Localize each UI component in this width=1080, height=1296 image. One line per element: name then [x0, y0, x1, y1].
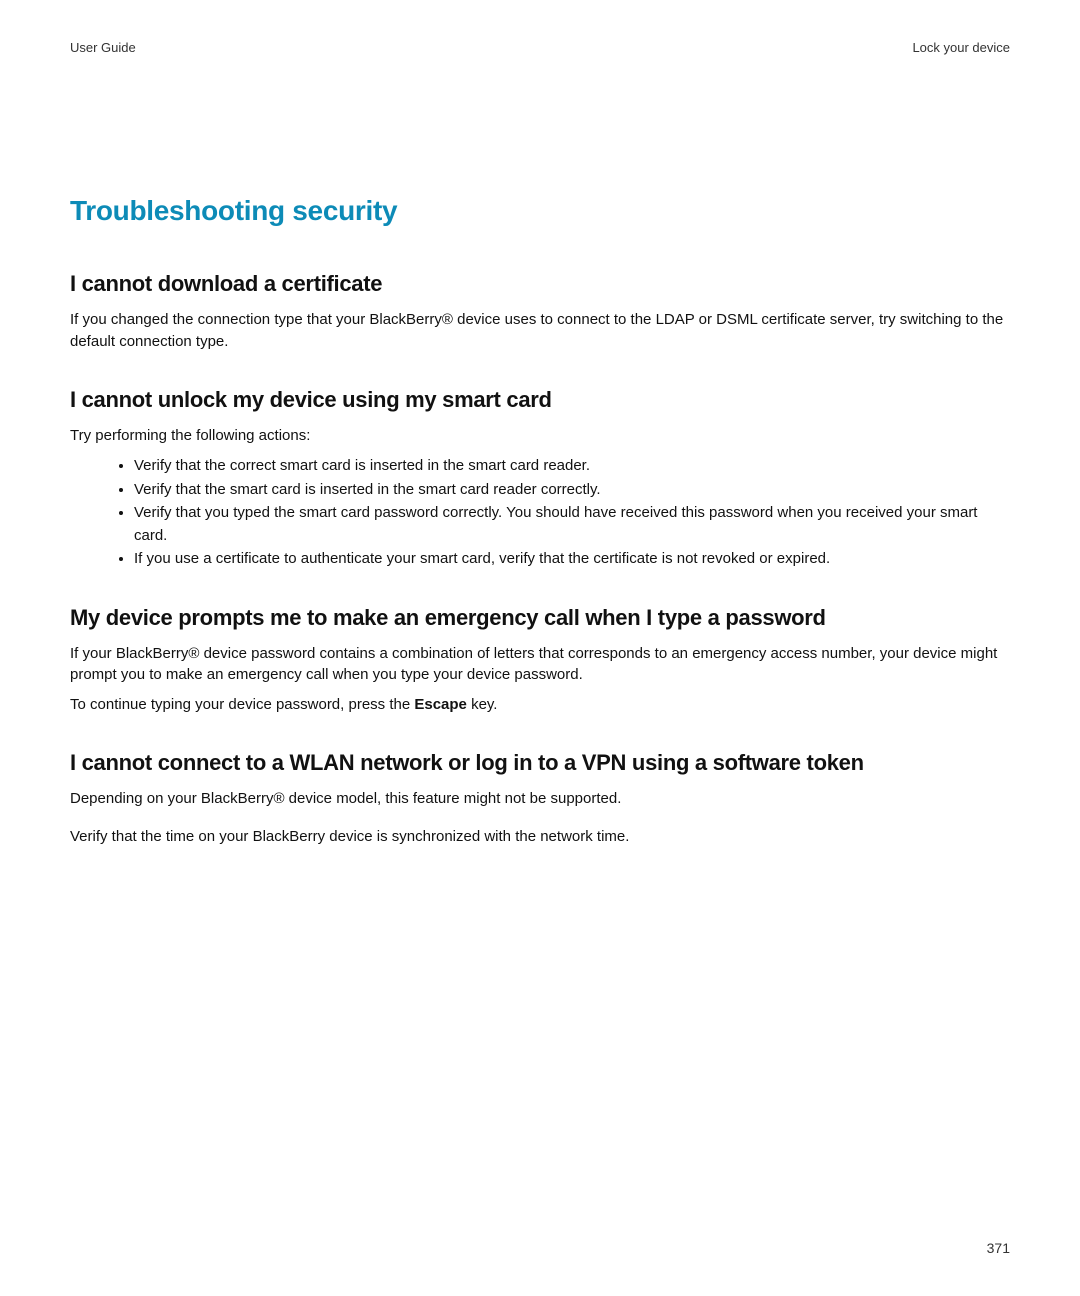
- header-right: Lock your device: [912, 40, 1010, 55]
- section-body-cert: If you changed the connection type that …: [70, 309, 1010, 353]
- page-header: User Guide Lock your device: [70, 40, 1010, 55]
- list-item: Verify that you typed the smart card pas…: [134, 501, 1010, 548]
- header-left: User Guide: [70, 40, 136, 55]
- section-escape-line: To continue typing your device password,…: [70, 694, 1010, 716]
- section-body-emergency: If your BlackBerry® device password cont…: [70, 643, 1010, 687]
- section-heading-smartcard: I cannot unlock my device using my smart…: [70, 387, 1010, 413]
- page-number: 371: [987, 1240, 1010, 1256]
- list-item: Verify that the correct smart card is in…: [134, 454, 1010, 477]
- section-intro-smartcard: Try performing the following actions:: [70, 425, 1010, 447]
- smartcard-actions-list: Verify that the correct smart card is in…: [134, 454, 1010, 570]
- list-item: Verify that the smart card is inserted i…: [134, 478, 1010, 501]
- section-heading-cert: I cannot download a certificate: [70, 271, 1010, 297]
- page-title: Troubleshooting security: [70, 195, 1010, 227]
- section-body-wlan-2: Verify that the time on your BlackBerry …: [70, 826, 1010, 848]
- section-body-wlan-1: Depending on your BlackBerry® device mod…: [70, 788, 1010, 810]
- escape-key: Escape: [414, 696, 467, 713]
- escape-post: key.: [467, 696, 498, 713]
- list-item: If you use a certificate to authenticate…: [134, 547, 1010, 570]
- escape-pre: To continue typing your device password,…: [70, 696, 414, 713]
- section-heading-wlan: I cannot connect to a WLAN network or lo…: [70, 750, 1010, 776]
- section-heading-emergency: My device prompts me to make an emergenc…: [70, 605, 1010, 631]
